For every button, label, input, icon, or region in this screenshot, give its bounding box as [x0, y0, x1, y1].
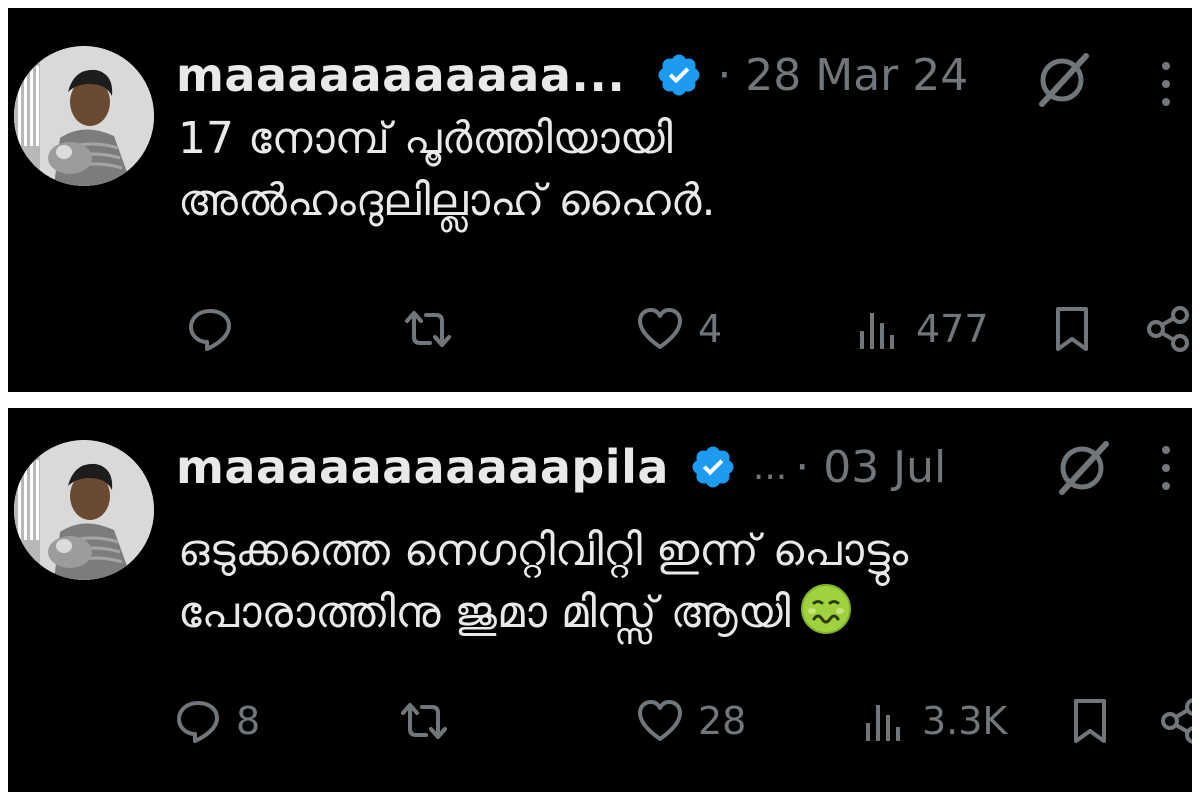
avatar-photo [14, 440, 154, 580]
views-icon [860, 313, 894, 349]
tweet-date[interactable]: · 28 Mar 24 [717, 50, 968, 101]
bookmark-icon [1056, 307, 1088, 351]
like-button[interactable]: 4 [636, 294, 722, 364]
username-ellipsis: ... [752, 446, 788, 488]
reply-icon [177, 701, 219, 743]
tweet-text-line-1: 17 നോമ്പ് പൂർത്തിയായി [178, 113, 673, 164]
like-button[interactable]: 28 [636, 686, 746, 756]
share-button[interactable] [1158, 686, 1192, 756]
tweet-text-line-1: ഒടുക്കത്തെ നെഗറ്റിവിറ്റി ഇന്ന് പൊട്ടും [178, 525, 909, 576]
bookmark-icon [1074, 699, 1106, 743]
views-count: 3.3K [922, 699, 1008, 743]
views-icon [866, 705, 900, 741]
share-icon [1147, 306, 1189, 352]
tweet-text-line-2-wrapper: പോരാത്തിനു ജുമാ മിസ്സ് ആയി [178, 582, 908, 644]
username[interactable]: maaaaaaaaaaapila [176, 440, 669, 494]
tweet-header: maaaaaaaaaaa... · 28 Mar 24 [176, 40, 968, 110]
like-count: 4 [698, 307, 723, 351]
share-button[interactable] [1144, 294, 1192, 364]
action-bar: 8 28 3.3K [8, 686, 1192, 756]
reply-icon [189, 309, 231, 351]
verified-badge-icon [658, 54, 700, 96]
tweet-date[interactable]: · 03 Jul [795, 442, 946, 493]
views-button[interactable]: 477 [854, 294, 989, 364]
retweet-icon [401, 703, 447, 739]
retweet-icon [405, 311, 451, 347]
retweet-button[interactable] [400, 686, 462, 756]
action-bar: 4 477 [8, 294, 1192, 364]
avatar[interactable] [14, 46, 154, 186]
tweet-text-line-2: പോരാത്തിനു ജുമാ മിസ്സ് ആയി [178, 587, 791, 638]
reply-button[interactable]: 8 [174, 686, 260, 756]
views-button[interactable]: 3.3K [860, 686, 1007, 756]
tweet-header: maaaaaaaaaaapila ... · 03 Jul [176, 432, 946, 502]
reply-count: 8 [236, 699, 261, 743]
verified-badge-icon [692, 446, 734, 488]
nauseated-face-emoji [801, 584, 852, 634]
avatar[interactable] [14, 440, 154, 580]
bookmark-button[interactable] [1048, 294, 1096, 364]
share-icon [1161, 698, 1192, 744]
tweet-text-line-2: അൽഹംദുലില്ലാഹ് ഹൈർ. [178, 175, 716, 226]
tweet-text: ഒടുക്കത്തെ നെഗറ്റിവിറ്റി ഇന്ന് പൊട്ടും പ… [178, 520, 908, 644]
avatar-photo [14, 46, 154, 186]
tweet-text: 17 നോമ്പ് പൂർത്തിയായി അൽഹംദുലില്ലാഹ് ഹൈർ… [178, 108, 715, 232]
views-count: 477 [916, 307, 989, 351]
reply-button[interactable] [186, 294, 248, 364]
like-count: 28 [698, 699, 747, 743]
like-icon [638, 700, 682, 741]
retweet-button[interactable] [404, 294, 466, 364]
bookmark-button[interactable] [1066, 686, 1114, 756]
username[interactable]: maaaaaaaaaaa... [176, 48, 625, 102]
more-icon[interactable] [1156, 54, 1176, 114]
like-icon [638, 308, 682, 349]
grok-icon[interactable] [1032, 50, 1092, 110]
grok-icon[interactable] [1052, 438, 1112, 498]
tweet-card-1[interactable]: maaaaaaaaaaa... · 28 Mar 24 17 നോമ്പ് പൂ… [8, 8, 1192, 392]
tweet-card-2[interactable]: maaaaaaaaaaapila ... · 03 Jul ഒടുക്കത്തെ… [8, 408, 1192, 792]
more-icon[interactable] [1156, 438, 1176, 498]
